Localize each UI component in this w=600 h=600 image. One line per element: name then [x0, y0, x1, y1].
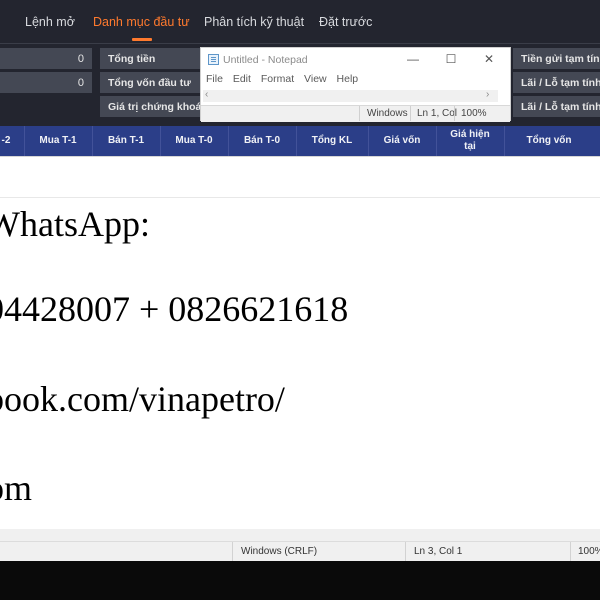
column-header-buy-t0[interactable]: Mua T-0	[160, 126, 228, 156]
column-header[interactable]: -2	[0, 126, 26, 156]
tab-technical-analysis[interactable]: Phân tích kỹ thuật	[204, 15, 304, 29]
summary-field-2: 0	[0, 72, 92, 93]
active-tab-indicator	[132, 38, 152, 41]
tab-portfolio[interactable]: Danh mục đầu tư	[93, 15, 190, 29]
pnl-estimate-label: Lãi / Lỗ tạm tính (	[521, 77, 600, 89]
status-encoding: Windows	[367, 108, 408, 119]
notepad-window-large: WhatsApp: 04428007 + 0826621618 book.com…	[0, 156, 600, 562]
pnl-estimate-label: Lãi / Lỗ tạm tính (	[521, 101, 600, 113]
minimize-icon[interactable]: —	[406, 52, 420, 66]
tab-pre-orders[interactable]: Đặt trước	[319, 15, 372, 29]
menu-edit[interactable]: Edit	[233, 73, 251, 85]
menu-view[interactable]: View	[304, 73, 327, 85]
securities-value-label: Giá trị chứng khoán	[108, 101, 208, 113]
status-position: Ln 1, Col	[417, 108, 458, 119]
status-bar: Windows Ln 1, Col 100%	[201, 105, 510, 122]
window-title: Untitled - Notepad	[223, 54, 308, 66]
tab-open-orders[interactable]: Lệnh mở	[25, 15, 75, 29]
summary-value: 0	[77, 76, 84, 89]
notepad-icon	[208, 54, 219, 65]
status-position: Ln 3, Col 1	[414, 546, 463, 557]
summary-field-1: 0	[0, 48, 92, 69]
deposit-estimate-label: Tiền gửi tạm tính	[521, 53, 600, 65]
horizontal-scrollbar[interactable]: ‹ ›	[203, 89, 498, 102]
column-header-total-volume[interactable]: Tổng KL	[296, 126, 368, 156]
screen-bezel	[0, 561, 600, 600]
text-line: WhatsApp:	[0, 204, 150, 244]
status-zoom: 100%	[578, 546, 600, 557]
notepad-window-small: Untitled - Notepad — ☐ ✕ File Edit Forma…	[200, 47, 511, 122]
status-zoom: 100%	[461, 108, 487, 119]
column-header-buy-t1[interactable]: Mua T-1	[24, 126, 92, 156]
maximize-icon[interactable]: ☐	[444, 52, 458, 66]
scroll-right-icon[interactable]: ›	[486, 89, 489, 100]
text-line: book.com/vinapetro/	[0, 379, 285, 419]
horizontal-scrollbar[interactable]	[0, 529, 600, 541]
column-header-total-capital[interactable]: Tổng vốn	[504, 126, 594, 156]
text-line: 04428007 + 0826621618	[0, 289, 349, 329]
scroll-left-icon[interactable]: ‹	[205, 89, 208, 100]
menu-help[interactable]: Help	[337, 73, 359, 85]
summary-value: 0	[77, 52, 84, 65]
menu-file[interactable]: File	[206, 73, 223, 85]
close-icon[interactable]: ✕	[482, 52, 496, 66]
status-bar: Windows (CRLF) Ln 3, Col 1 100%	[0, 541, 600, 562]
column-header-sell-t1[interactable]: Bán T-1	[92, 126, 160, 156]
toolbar-strip	[0, 157, 600, 198]
app-top-nav: Lệnh mở Danh mục đầu tư Phân tích kỹ thu…	[0, 0, 600, 44]
portfolio-table-header: -2 Mua T-1 Bán T-1 Mua T-0 Bán T-0 Tổng …	[0, 126, 600, 156]
column-header-cost-price[interactable]: Giá vốn	[368, 126, 436, 156]
total-investment-label: Tổng vốn đầu tư	[108, 77, 191, 89]
status-encoding: Windows (CRLF)	[241, 546, 318, 557]
text-line: om	[0, 468, 33, 508]
column-header-current-price[interactable]: Giá hiện tại	[436, 126, 504, 156]
menu-bar: File Edit Format View Help	[206, 73, 365, 85]
menu-format[interactable]: Format	[261, 73, 294, 85]
column-header-sell-t0[interactable]: Bán T-0	[228, 126, 296, 156]
total-cash-label: Tổng tiền	[108, 53, 156, 65]
